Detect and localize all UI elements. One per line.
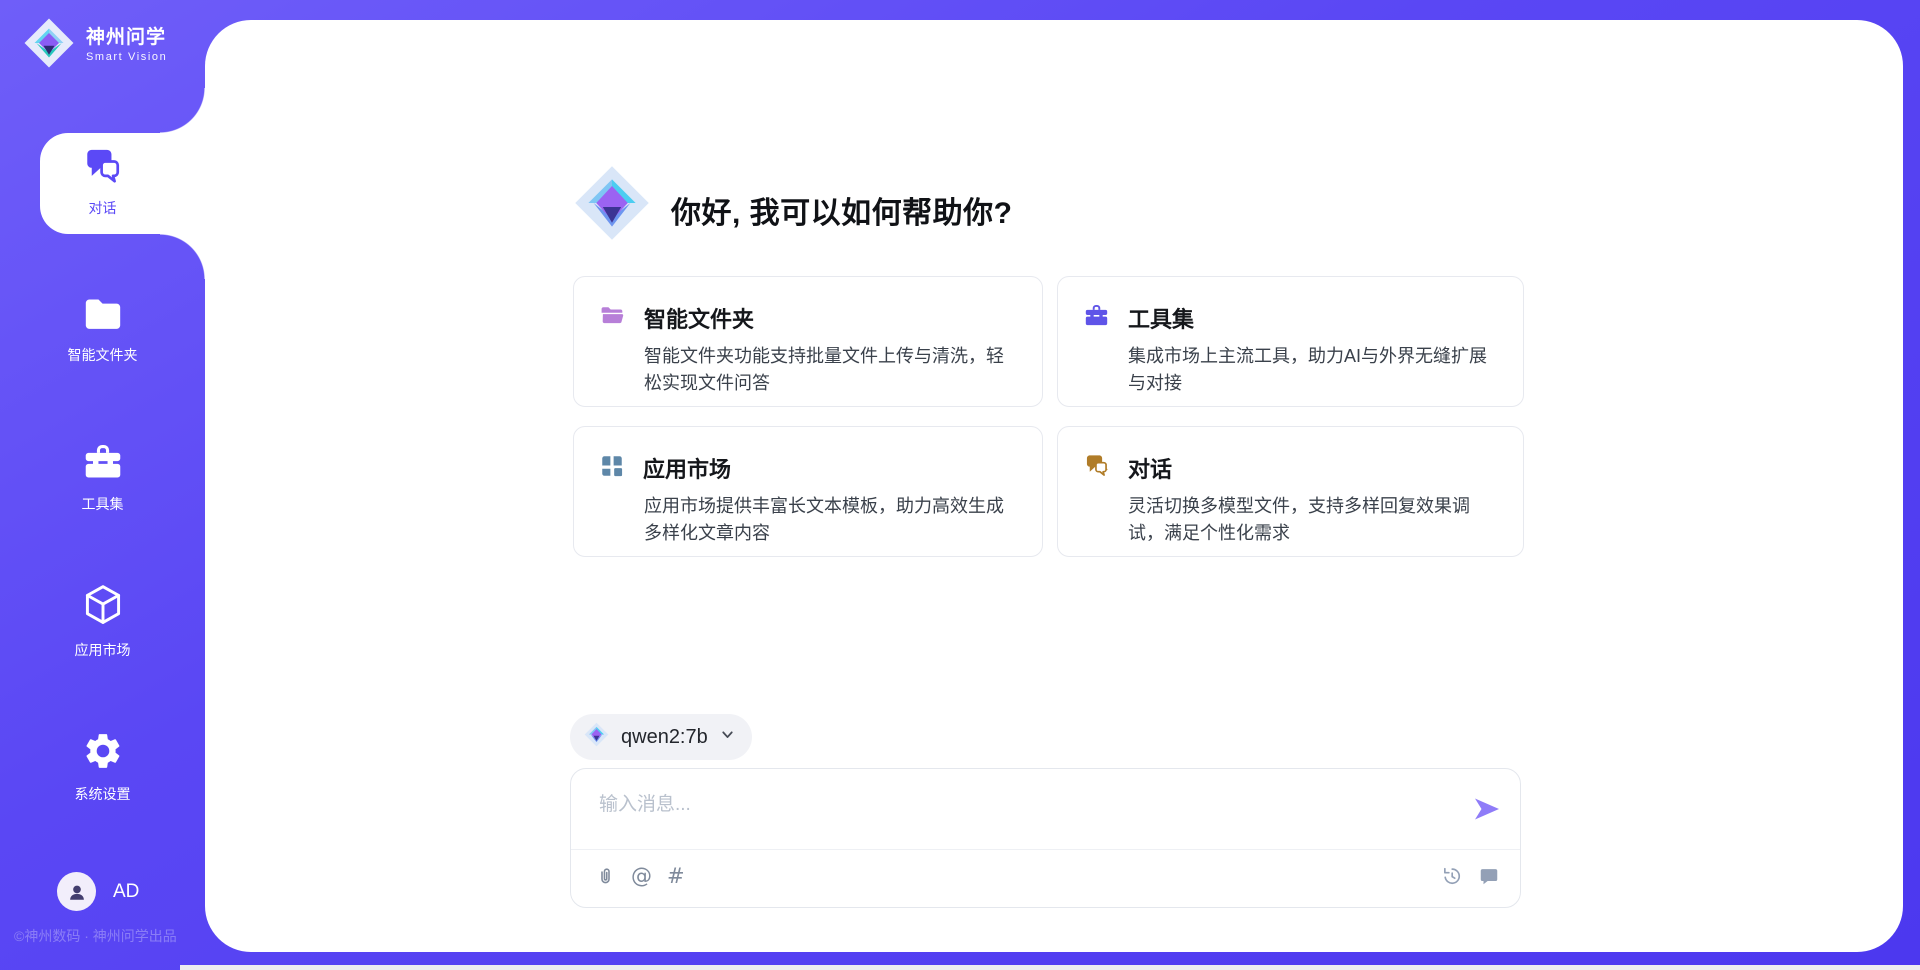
copyright-footer: ©神州数码 · 神州问学出品	[14, 926, 177, 946]
attach-file-button[interactable]	[595, 864, 616, 888]
hash-tag-button[interactable]: #	[667, 866, 685, 887]
greeting-title: 你好, 我可以如何帮助你?	[671, 188, 1013, 232]
sidebar-item-settings[interactable]: 系统设置	[0, 730, 205, 804]
chat-bubble-icon	[1478, 865, 1500, 887]
sidebar-item-smart-folder[interactable]: 智能文件夹	[0, 295, 205, 365]
grid-icon	[599, 453, 625, 484]
gear-icon	[82, 730, 124, 775]
sidebar-item-app-market[interactable]: 应用市场	[0, 582, 205, 660]
sidebar-item-label: 应用市场	[75, 640, 131, 660]
cube-icon	[81, 582, 125, 631]
toolbox-icon	[81, 442, 125, 485]
send-button[interactable]	[1470, 793, 1504, 827]
brand-name: 神州问学	[86, 27, 167, 49]
brand-diamond-icon	[20, 14, 78, 77]
sidebar-item-toolset[interactable]: 工具集	[0, 442, 205, 514]
card-title: 工具集	[1128, 302, 1194, 334]
feature-cards: 智能文件夹 智能文件夹功能支持批量文件上传与清洗，轻松实现文件问答 工具集 集成…	[573, 276, 1524, 557]
sidebar-item-label: 对话	[89, 198, 117, 218]
person-icon	[66, 881, 88, 903]
at-mention-button[interactable]: @	[631, 866, 652, 887]
card-title: 对话	[1128, 452, 1172, 484]
sidebar-item-label: 工具集	[82, 494, 124, 514]
sidebar-item-label: 系统设置	[75, 784, 131, 804]
horizontal-scrollbar[interactable]	[180, 965, 1920, 970]
hash-icon: #	[667, 866, 685, 887]
card-toolset[interactable]: 工具集 集成市场上主流工具，助力AI与外界无缝扩展与对接	[1057, 276, 1524, 407]
chevron-down-icon	[719, 726, 736, 748]
card-description: 灵活切换多模型文件，支持多样回复效果调试，满足个性化需求	[1128, 493, 1497, 547]
card-description: 智能文件夹功能支持批量文件上传与清洗，轻松实现文件问答	[644, 343, 1016, 397]
sidebar-item-label: 智能文件夹	[68, 345, 138, 365]
message-composer: @ #	[570, 768, 1521, 908]
composer-divider	[571, 849, 1520, 850]
send-icon	[1471, 793, 1503, 825]
model-name: qwen2:7b	[621, 726, 708, 749]
sidebar-item-chat[interactable]: 对话	[0, 146, 205, 218]
tab-fillet-bottom	[160, 233, 206, 279]
card-description: 应用市场提供丰富长文本模板，助力高效生成多样化文章内容	[644, 493, 1016, 547]
brand-subtitle: Smart Vision	[86, 51, 167, 64]
folder-open-icon	[599, 304, 626, 333]
card-description: 集成市场上主流工具，助力AI与外界无缝扩展与对接	[1128, 343, 1497, 397]
chat-icon	[81, 146, 124, 189]
card-chat[interactable]: 对话 灵活切换多模型文件，支持多样回复效果调试，满足个性化需求	[1057, 426, 1524, 557]
card-smart-folder[interactable]: 智能文件夹 智能文件夹功能支持批量文件上传与清洗，轻松实现文件问答	[573, 276, 1043, 407]
card-app-market[interactable]: 应用市场 应用市场提供丰富长文本模板，助力高效生成多样化文章内容	[573, 426, 1043, 557]
model-selector[interactable]: qwen2:7b	[570, 714, 752, 760]
folder-icon	[81, 295, 125, 336]
toolbox-icon	[1083, 303, 1110, 333]
brand-logo: 神州问学 Smart Vision	[20, 14, 167, 77]
paperclip-icon	[595, 864, 616, 888]
at-icon: @	[631, 866, 652, 887]
history-button[interactable]	[1441, 865, 1463, 887]
card-title: 智能文件夹	[644, 302, 754, 334]
user-initials: AD	[113, 881, 139, 903]
hero-diamond-icon	[570, 161, 654, 250]
avatar	[57, 872, 96, 911]
message-input[interactable]	[597, 783, 1441, 827]
chat-icon	[1083, 453, 1110, 483]
card-title: 应用市场	[643, 452, 731, 484]
diamond-logo-icon	[583, 721, 610, 753]
user-profile[interactable]: AD	[57, 872, 139, 911]
conversation-button[interactable]	[1478, 865, 1500, 887]
tab-fillet-top	[160, 88, 206, 134]
history-icon	[1441, 865, 1463, 887]
